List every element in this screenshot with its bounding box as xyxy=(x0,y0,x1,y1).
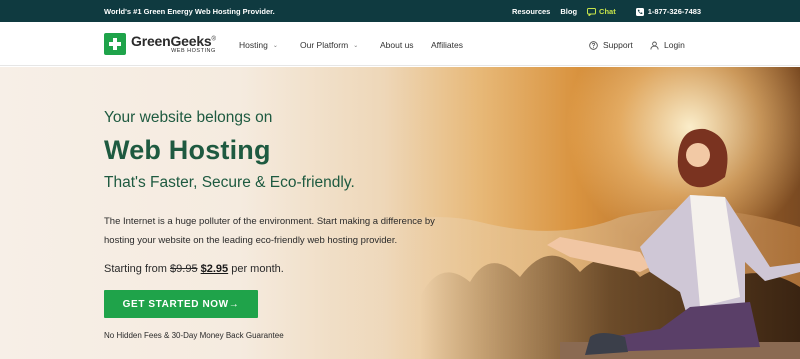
chevron-down-icon: ⌄ xyxy=(353,42,359,49)
nav-affiliates[interactable]: Affiliates xyxy=(431,40,463,50)
get-started-button[interactable]: GET STARTED NOW → xyxy=(104,290,258,318)
logo-subtitle: WEB HOSTING xyxy=(171,47,216,54)
top-links: Resources Blog Chat 1-877-326-7483 xyxy=(512,7,721,16)
price-suffix: per month. xyxy=(228,263,284,275)
plus-icon xyxy=(104,33,126,55)
user-icon xyxy=(650,41,659,50)
top-tagline: World's #1 Green Energy Web Hosting Prov… xyxy=(104,7,275,16)
nav-our-platform[interactable]: Our Platform ⌄ xyxy=(300,40,358,50)
logo-registered: ® xyxy=(211,36,216,43)
arrow-right-icon: → xyxy=(228,298,240,310)
chat-bubble-icon xyxy=(587,7,597,16)
new-price: $2.95 xyxy=(200,263,229,275)
nav-hosting-label: Hosting xyxy=(239,40,268,50)
blog-link[interactable]: Blog xyxy=(560,7,577,16)
logo-name: GreenGeeks xyxy=(131,32,212,49)
login-label: Login xyxy=(664,40,685,50)
chat-link[interactable]: Chat xyxy=(587,7,626,16)
guarantee-text: No Hidden Fees & 30-Day Money Back Guara… xyxy=(104,331,284,340)
nav-about-label: About us xyxy=(380,40,414,50)
nav-platform-label: Our Platform xyxy=(300,40,349,50)
resources-link[interactable]: Resources xyxy=(512,7,550,16)
hero-title: Web Hosting xyxy=(104,135,271,165)
main-navbar: GreenGeeks® WEB HOSTING Hosting ⌄ Our Pl… xyxy=(0,22,800,66)
top-bar: World's #1 Green Energy Web Hosting Prov… xyxy=(0,0,800,22)
greengeeks-logo[interactable]: GreenGeeks® WEB HOSTING xyxy=(104,33,216,55)
chevron-down-icon: ⌄ xyxy=(272,42,278,49)
phone-number: 1-877-326-7483 xyxy=(647,7,702,16)
nav-affiliates-label: Affiliates xyxy=(431,40,463,50)
old-price: $9.95 xyxy=(170,263,198,275)
chat-label: Chat xyxy=(599,7,616,16)
hero-subtitle: That's Faster, Secure & Eco-friendly. xyxy=(104,174,355,191)
logo-text: GreenGeeks® WEB HOSTING xyxy=(131,34,216,55)
login-link[interactable]: Login xyxy=(650,40,685,50)
phone-link[interactable]: 1-877-326-7483 xyxy=(635,7,711,16)
support-label: Support xyxy=(603,40,633,50)
hero-pre-title: Your website belongs on xyxy=(104,109,273,126)
nav-hosting[interactable]: Hosting ⌄ xyxy=(239,40,278,50)
support-link[interactable]: Support xyxy=(589,40,633,50)
get-started-label: GET STARTED NOW xyxy=(122,298,229,310)
hero-section: Your website belongs on Web Hosting That… xyxy=(0,67,800,359)
help-circle-icon xyxy=(589,40,598,50)
phone-icon xyxy=(635,7,644,16)
hero-description: The Internet is a huge polluter of the e… xyxy=(104,216,435,246)
nav-about-us[interactable]: About us xyxy=(380,40,414,50)
price-line: Starting from $9.95 $2.95 per month. xyxy=(104,263,284,275)
price-prefix: Starting from xyxy=(104,263,171,275)
